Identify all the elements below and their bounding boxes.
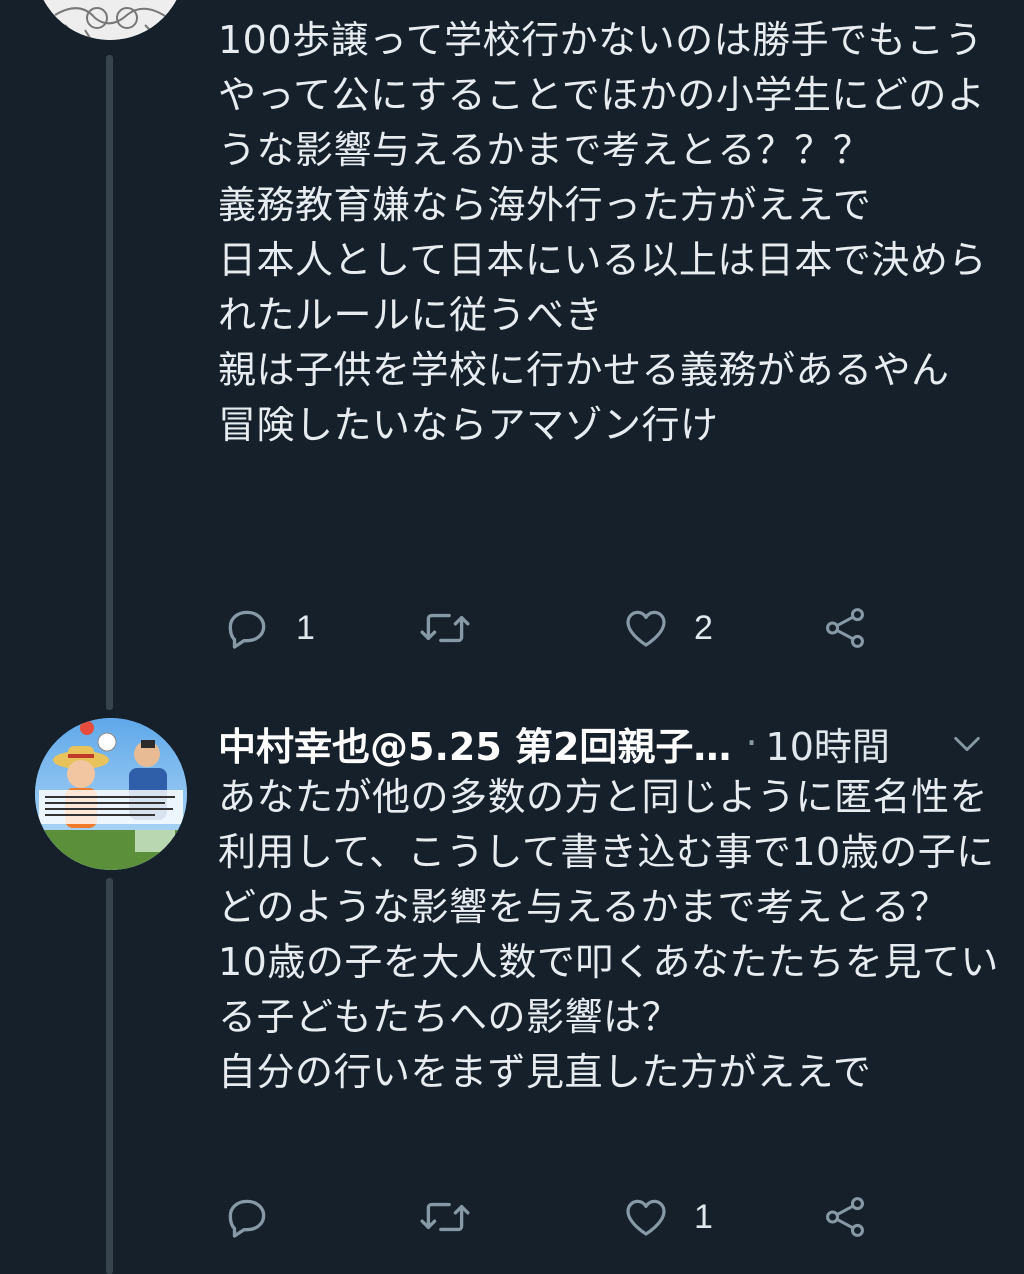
chevron-down-icon[interactable]	[950, 726, 984, 770]
share-button[interactable]	[822, 598, 868, 658]
like-button[interactable]: 2	[622, 598, 713, 658]
like-count: 1	[694, 1197, 713, 1236]
thread-line	[106, 878, 113, 1274]
retweet-icon	[418, 1192, 472, 1242]
avatar-illustration	[35, 0, 185, 40]
retweet-icon	[418, 603, 472, 653]
tweet-text: あなたが他の多数の方と同じように匿名性を利用して、こうして書き込む事で10歳の子…	[218, 775, 999, 1094]
tweet-header: 中村幸也@5.25 第2回親子… · 10時間	[218, 714, 1008, 772]
avatar[interactable]	[35, 0, 185, 40]
reply-button[interactable]	[222, 1187, 296, 1247]
share-icon	[822, 605, 868, 651]
avatar[interactable]	[35, 718, 187, 870]
tweet-text: 100歩譲って学校行かないのは勝手でもこうやって公にすることでほかの小学生にどの…	[218, 18, 987, 447]
thread-line	[106, 55, 113, 710]
retweet-button[interactable]	[418, 1187, 496, 1247]
separator-dot: ·	[745, 721, 758, 765]
tweet-actions: 1 2	[218, 598, 898, 658]
reply-icon	[222, 603, 272, 653]
avatar-photo	[35, 718, 187, 870]
reply-button[interactable]: 1	[222, 598, 315, 658]
like-icon	[622, 1193, 670, 1241]
display-name[interactable]: 中村幸也@5.25 第2回親子…	[218, 716, 731, 771]
like-icon	[622, 604, 670, 652]
reply-count: 1	[296, 608, 315, 647]
reply-icon	[222, 1192, 272, 1242]
retweet-button[interactable]	[418, 598, 496, 658]
share-icon	[822, 1194, 868, 1240]
tweet-actions: 1	[218, 1187, 898, 1247]
share-button[interactable]	[822, 1187, 868, 1247]
timestamp[interactable]: 10時間	[766, 716, 890, 771]
like-button[interactable]: 1	[622, 1187, 713, 1247]
like-count: 2	[694, 608, 713, 647]
